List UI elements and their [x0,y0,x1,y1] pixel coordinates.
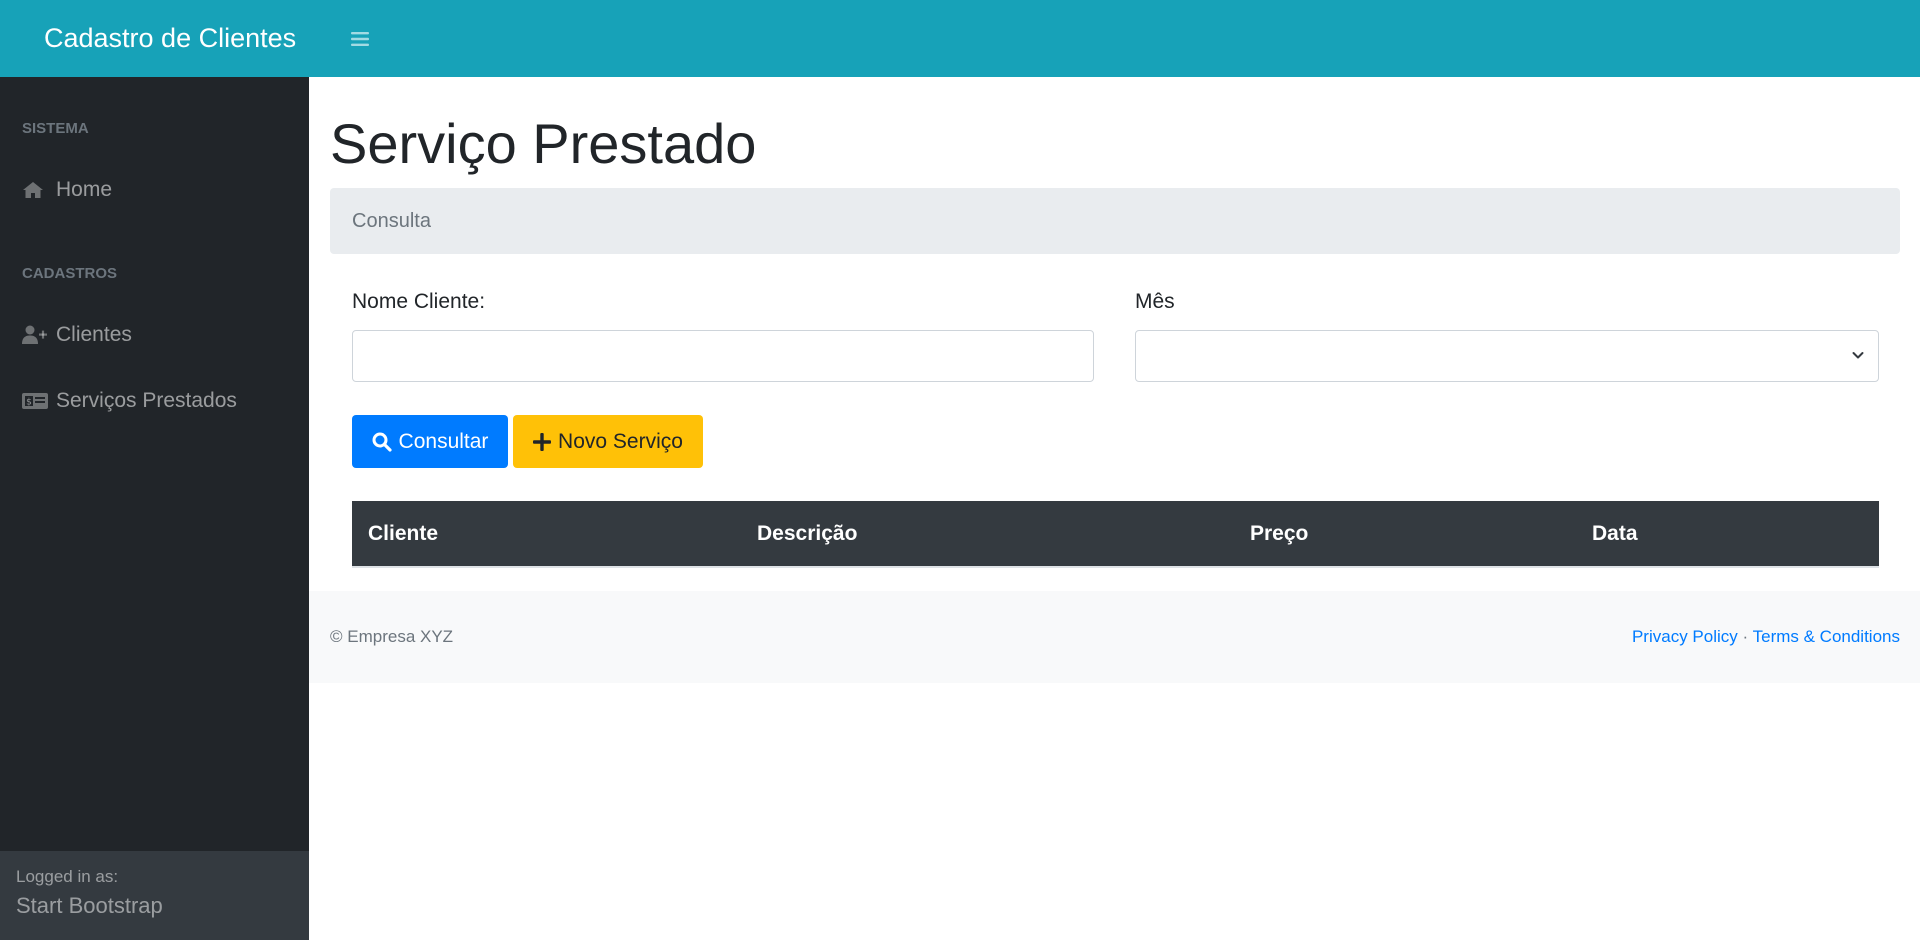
footer-links: Privacy Policy · Terms & Conditions [1632,627,1900,647]
sidebar: Sistema Home Cadastros Clientes $ [0,77,309,940]
mes-label: Mês [1135,290,1175,313]
home-icon [22,179,48,201]
logged-in-label: Logged in as: [16,867,119,886]
plus-icon [533,432,552,451]
sidebar-item-clientes[interactable]: Clientes [0,312,309,358]
user-plus-icon [22,324,48,346]
sidebar-footer: Logged in as: Start Bootstrap [0,851,309,940]
sidebar-item-label: Clientes [56,323,132,346]
column-header-data[interactable]: Data [1592,501,1638,566]
novo-servico-button-label: Novo Serviço [558,429,683,453]
logged-in-user: Start Bootstrap [16,893,163,918]
column-header-descricao[interactable]: Descrição [757,501,857,566]
nome-cliente-input[interactable] [352,330,1094,382]
sidebar-item-label: Home [56,178,113,201]
sidebar-item-home[interactable]: Home [0,167,309,213]
nome-cliente-label: Nome Cliente: [352,290,486,313]
table-header: Cliente Descrição Preço Data [352,501,1879,568]
sidebar-heading-sistema: Sistema [22,120,89,137]
consultar-button[interactable]: Consultar [352,415,508,468]
money-card-icon: $ [22,390,48,412]
column-header-preco[interactable]: Preço [1250,501,1308,566]
bars-icon [351,31,369,46]
breadcrumb-item-consulta: Consulta [352,209,431,232]
sidebar-item-label: Serviços Prestados [56,389,237,412]
page-title: Serviço Prestado [330,112,757,175]
sidebar-toggle-button[interactable] [344,23,376,55]
navbar-brand[interactable]: Cadastro de Clientes [44,23,344,54]
page-footer: © Empresa XYZ Privacy Policy · Terms & C… [309,591,1920,683]
novo-servico-button[interactable]: Novo Serviço [513,415,703,468]
consultar-button-label: Consultar [398,429,489,453]
sidebar-item-servicos-prestados[interactable]: $ Serviços Prestados [0,378,309,424]
terms-conditions-link[interactable]: Terms & Conditions [1753,627,1900,646]
chevron-down-icon [1850,347,1866,368]
mes-select[interactable] [1135,330,1879,382]
column-header-cliente[interactable]: Cliente [368,501,438,566]
breadcrumb: Consulta [330,188,1900,254]
search-icon [372,432,392,452]
copyright-text: © Empresa XYZ [330,627,454,646]
privacy-policy-link[interactable]: Privacy Policy [1632,627,1738,646]
svg-text:$: $ [26,398,32,408]
sidebar-heading-cadastros: Cadastros [22,265,118,282]
top-navbar: Cadastro de Clientes [0,0,1920,77]
main-content: Serviço Prestado Consulta Nome Cliente: … [309,77,1920,940]
footer-separator: · [1742,627,1749,646]
